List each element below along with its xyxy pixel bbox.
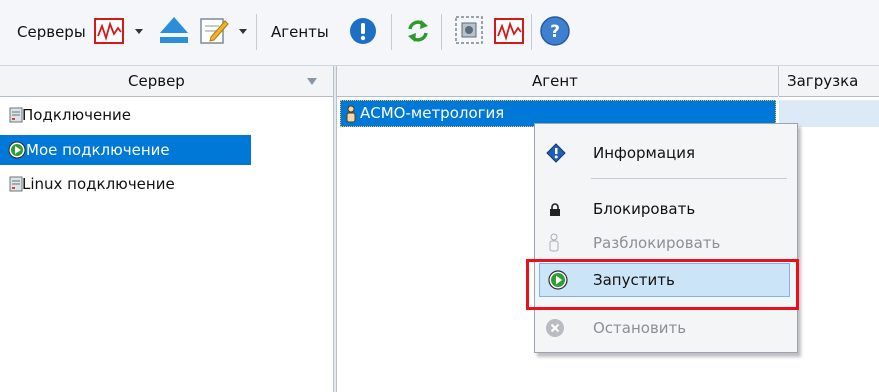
scan-icon[interactable] bbox=[453, 14, 485, 46]
server-list: Подключение Мое подключение Linux подклю… bbox=[0, 97, 333, 392]
refresh-icon[interactable] bbox=[405, 18, 431, 44]
toolbar-separator bbox=[256, 14, 257, 50]
toolbar-separator bbox=[441, 14, 442, 50]
alert-icon[interactable] bbox=[349, 17, 377, 45]
server-item-selected[interactable]: Мое подключение bbox=[0, 135, 251, 165]
stop-icon bbox=[546, 319, 564, 337]
agent-column-header[interactable]: Агент bbox=[337, 66, 778, 97]
toolbar-separator bbox=[391, 14, 392, 50]
menu-item-stop: Остановить bbox=[535, 311, 797, 345]
filter-dropdown-icon[interactable] bbox=[307, 78, 317, 86]
menu-separator bbox=[591, 178, 787, 179]
server-icon bbox=[9, 107, 23, 123]
server-column-header[interactable]: Сервер bbox=[0, 66, 333, 97]
lock-icon bbox=[550, 203, 560, 216]
highlight-annotation bbox=[526, 259, 799, 310]
toolbar-separator bbox=[531, 14, 532, 50]
help-icon[interactable]: ? bbox=[539, 15, 571, 47]
server-item[interactable]: Linux подключение bbox=[0, 169, 333, 199]
info-icon bbox=[546, 143, 566, 163]
monitor-chart-icon[interactable] bbox=[494, 16, 524, 46]
upload-icon[interactable] bbox=[157, 15, 191, 47]
pane-splitter[interactable] bbox=[333, 66, 337, 392]
toolbar: Серверы Агенты ? bbox=[0, 0, 879, 66]
chart-dropdown-arrow[interactable] bbox=[135, 29, 143, 34]
servers-button[interactable]: Серверы bbox=[17, 21, 86, 43]
agent-icon bbox=[346, 105, 356, 123]
menu-item-info[interactable]: Информация bbox=[535, 136, 797, 170]
play-icon bbox=[8, 141, 26, 159]
menu-item-unblock: Разблокировать bbox=[535, 226, 797, 260]
context-menu: Информация Блокировать Разблокировать За… bbox=[534, 123, 798, 353]
unlock-person-icon bbox=[549, 233, 559, 252]
svg-text:?: ? bbox=[550, 22, 560, 42]
server-icon bbox=[9, 176, 23, 192]
agents-button[interactable]: Агенты bbox=[271, 21, 329, 43]
server-item[interactable]: Подключение bbox=[0, 100, 333, 130]
monitor-chart-icon[interactable] bbox=[94, 16, 124, 46]
edit-dropdown-arrow[interactable] bbox=[239, 29, 247, 34]
menu-item-block[interactable]: Блокировать bbox=[535, 192, 797, 226]
edit-icon[interactable] bbox=[199, 15, 229, 47]
load-column-header[interactable]: Загрузка bbox=[779, 66, 879, 97]
